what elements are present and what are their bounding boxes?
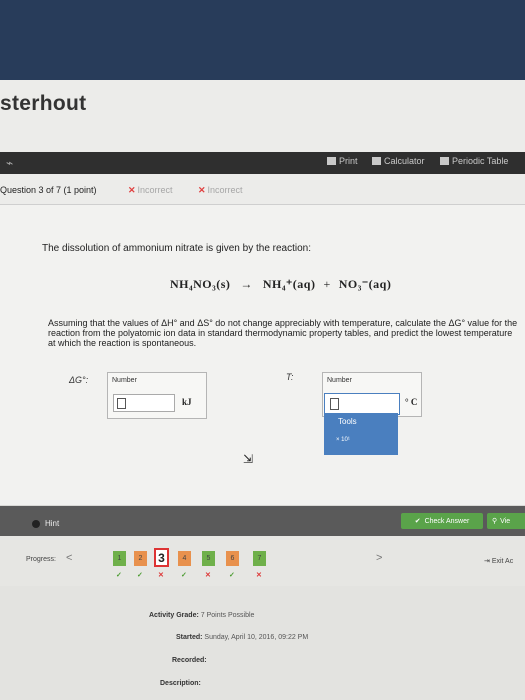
delta-g-input[interactable] <box>113 394 175 412</box>
number-header: Number <box>112 377 137 384</box>
print-label: Print <box>339 156 358 166</box>
correct-check-icon: ✓ <box>137 572 143 579</box>
recorded-label: Recorded: <box>172 657 207 664</box>
question-nav-button[interactable]: 6 <box>226 551 239 566</box>
product-ammonium: NH₄⁺(aq) <box>262 277 316 291</box>
hint-icon <box>32 519 40 528</box>
question-nav-button[interactable]: 3 <box>154 548 169 567</box>
app-title: sterhout <box>0 92 87 115</box>
progress-label: Progress: <box>26 556 56 563</box>
temperature-unit: ° C <box>405 397 418 407</box>
tools-panel[interactable]: Tools × 10¹ <box>324 413 398 455</box>
calculator-label: Calculator <box>384 156 425 166</box>
incorrect-x-icon: ✕ <box>158 572 164 579</box>
next-question-button[interactable]: > <box>376 552 382 564</box>
browser-top-band <box>0 0 525 80</box>
view-button[interactable]: ⚲ Vie <box>487 513 525 529</box>
question-instructions: Assuming that the values of ΔH° and ΔS° … <box>48 318 518 348</box>
reaction-equation: NH₄NO₃(s) → NH₄⁺(aq) + NO₃⁻(aq) <box>170 277 391 292</box>
incorrect-x-icon: ✕ <box>256 572 262 579</box>
description-label: Description: <box>160 680 201 687</box>
temperature-input[interactable] <box>324 393 400 415</box>
question-prompt: The dissolution of ammonium nitrate is g… <box>42 243 312 254</box>
product-nitrate: NO₃⁻(aq) <box>338 277 392 291</box>
input-cursor <box>117 398 126 409</box>
check-answer-label: Check Answer <box>424 517 470 525</box>
logo-icon: ⌁ <box>6 156 14 170</box>
printer-icon <box>327 157 336 165</box>
hint-label: Hint <box>45 519 60 528</box>
prev-question-button[interactable]: < <box>66 552 72 564</box>
exit-button[interactable]: ⇥ Exit Ac <box>484 557 513 565</box>
started-value: Sunday, April 10, 2016, 09:22 PM <box>204 634 309 641</box>
delta-g-unit: kJ <box>182 397 192 407</box>
grade-value: 7 Points Possible <box>200 612 255 619</box>
incorrect-icon: ✕ <box>198 185 206 195</box>
plus-sign: + <box>323 277 331 291</box>
number-header: Number <box>327 377 352 384</box>
mouse-cursor-icon: ⇲ <box>243 452 254 466</box>
delta-g-answer-box: Number kJ <box>107 372 207 419</box>
correct-check-icon: ✓ <box>116 572 122 579</box>
header-bar <box>0 80 525 152</box>
started-label: Started: <box>176 634 203 641</box>
delta-g-label: ΔG°: <box>69 375 89 385</box>
started-time: Started: Sunday, April 10, 2016, 09:22 P… <box>176 634 308 641</box>
correct-check-icon: ✓ <box>181 572 187 579</box>
question-nav-button[interactable]: 5 <box>202 551 215 566</box>
incorrect-x-icon: ✕ <box>205 572 211 579</box>
hint-button[interactable]: Hint <box>32 519 59 528</box>
temperature-label: T: <box>286 372 294 382</box>
periodic-table-label: Periodic Table <box>452 156 509 166</box>
view-label: Vie <box>500 517 511 525</box>
activity-info <box>0 586 525 700</box>
description: Description: <box>160 680 201 687</box>
question-bar: Question 3 of 7 (1 point) ✕ Incorrect ✕ In… <box>0 174 525 205</box>
attempt-badge: ✕ Incorrect <box>198 185 243 195</box>
calculator-icon <box>372 157 381 165</box>
exit-label: Exit Ac <box>491 558 514 565</box>
location-pin-icon: ⚲ <box>492 518 498 525</box>
reaction-arrow: → <box>240 277 253 291</box>
question-number: Question 3 of 7 (1 point) <box>0 185 97 195</box>
incorrect-icon: ✕ <box>128 185 136 195</box>
calculator-button[interactable]: Calculator <box>372 156 425 166</box>
grade-label: Activity Grade: <box>149 612 199 619</box>
input-cursor <box>330 398 339 410</box>
question-nav-button[interactable]: 2 <box>134 551 147 566</box>
question-nav-button[interactable]: 7 <box>253 551 266 566</box>
scientific-notation-button[interactable]: × 10¹ <box>336 437 350 443</box>
activity-grade: Activity Grade: 7 Points Possible <box>149 612 254 619</box>
reactant: NH₄NO₃(s) <box>170 277 231 291</box>
periodic-table-button[interactable]: Periodic Table <box>440 156 508 166</box>
question-nav-button[interactable]: 4 <box>178 551 191 566</box>
check-answer-button[interactable]: ✔ Check Answer <box>401 513 483 529</box>
correct-check-icon: ✓ <box>229 572 235 579</box>
question-nav-button[interactable]: 1 <box>113 551 126 566</box>
exit-icon: ⇥ <box>484 558 490 565</box>
tools-label: Tools <box>338 417 357 426</box>
table-icon <box>440 157 449 165</box>
recorded: Recorded: <box>172 657 207 664</box>
attempt-badge: ✕ Incorrect <box>128 185 173 195</box>
toolbar: ⌁ Print Calculator Periodic Table <box>0 152 525 174</box>
check-icon: ✔ <box>414 518 421 525</box>
print-button[interactable]: Print <box>327 156 358 166</box>
